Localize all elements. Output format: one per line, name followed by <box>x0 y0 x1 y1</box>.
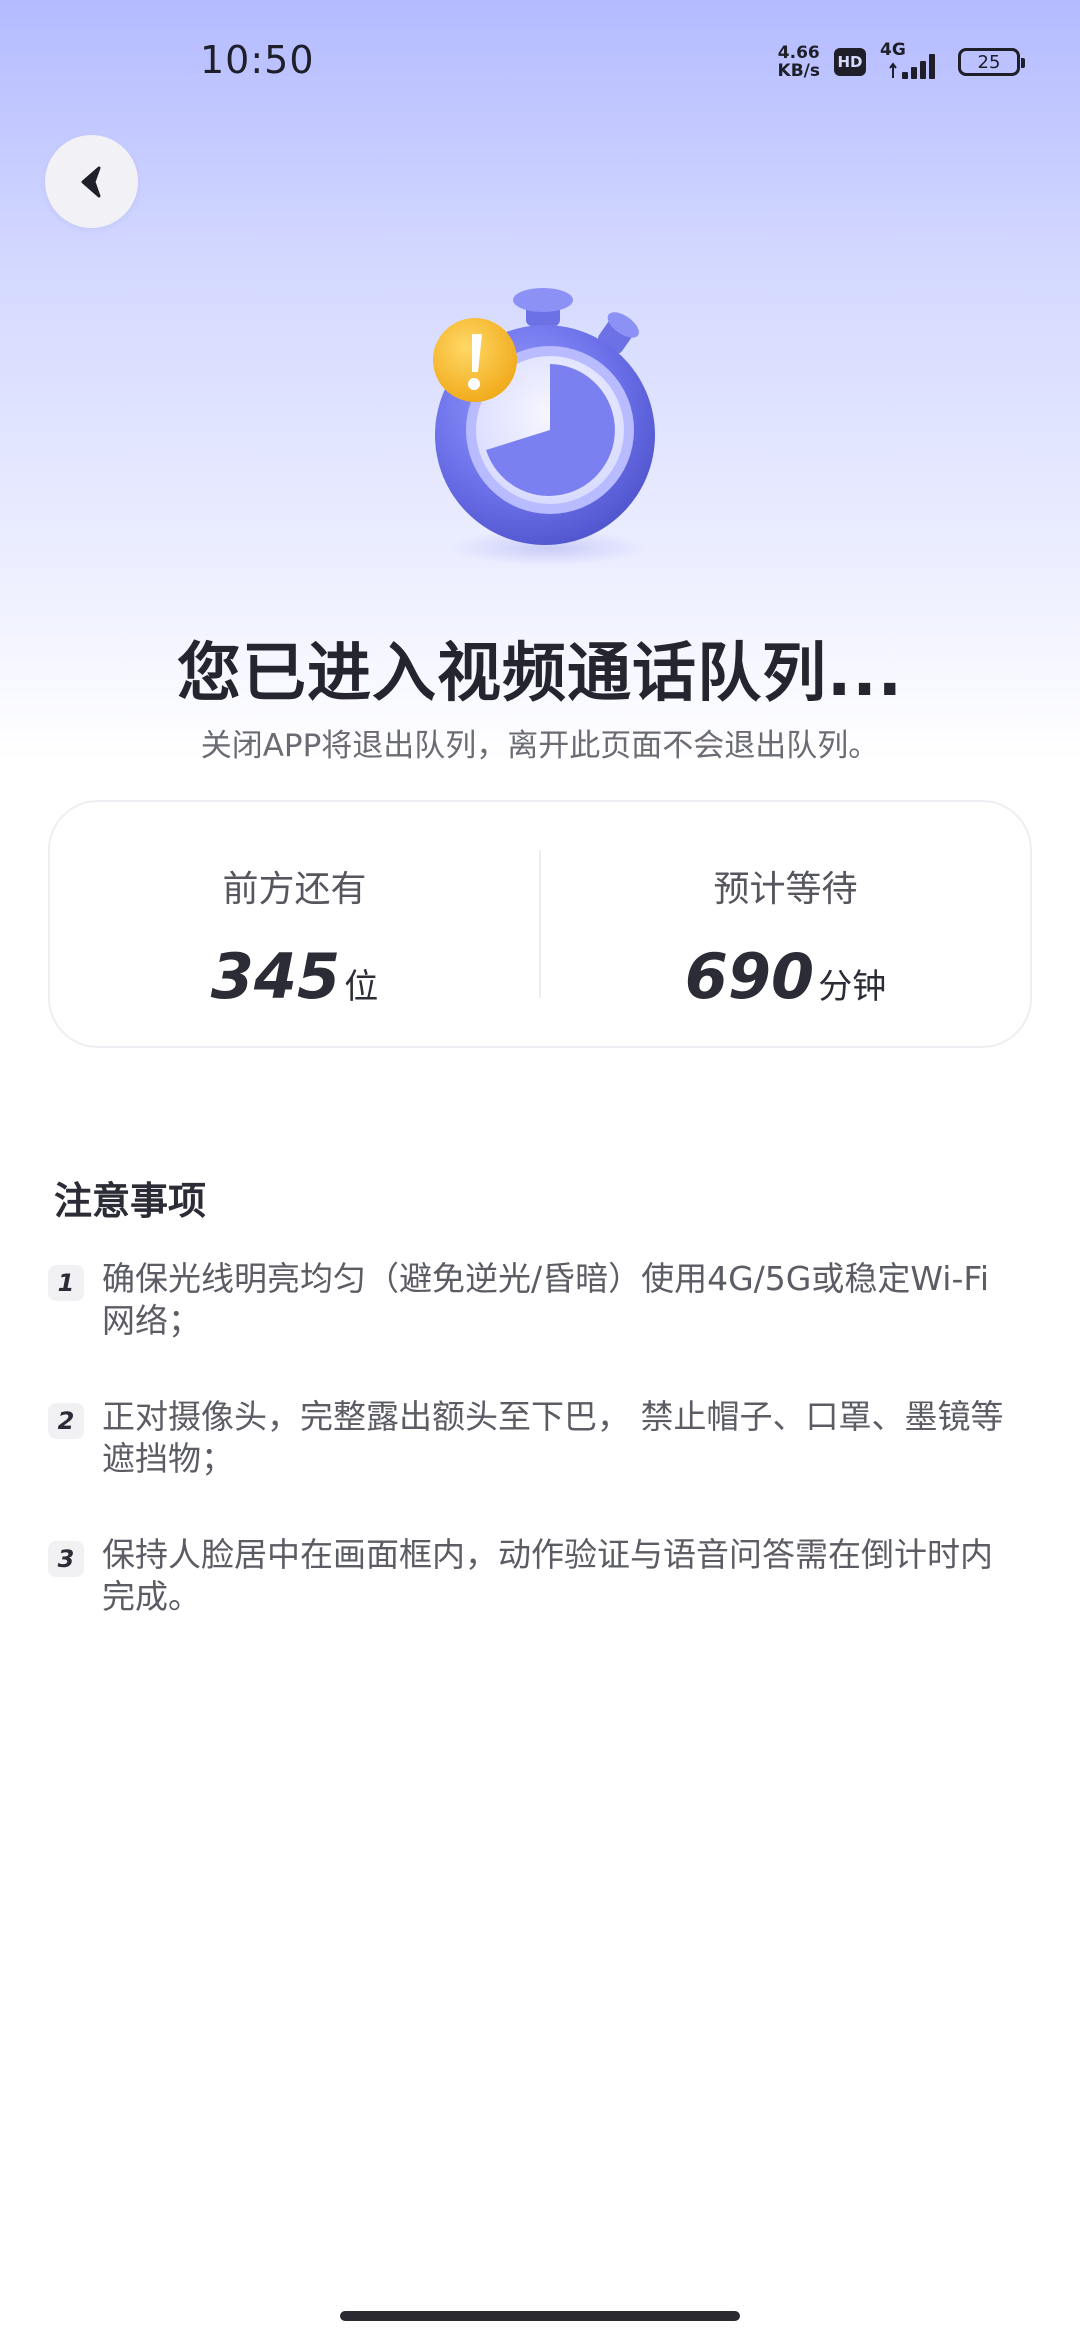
home-indicator[interactable] <box>340 2311 740 2321</box>
queue-ahead-value-row: 345 位 <box>211 940 378 1013</box>
page-subtitle: 关闭APP将退出队列，离开此页面不会退出队列。 <box>200 728 880 764</box>
wait-time-value: 690 <box>684 940 815 1013</box>
queue-ahead-stat: 前方还有 345 位 <box>50 802 539 1046</box>
note-number: 2 <box>48 1403 84 1439</box>
wait-time-stat: 预计等待 690 分钟 <box>541 802 1030 1046</box>
note-number: 1 <box>48 1265 84 1301</box>
queue-stats-card: 前方还有 345 位 预计等待 690 分钟 <box>48 800 1032 1048</box>
chevron-left-icon <box>81 166 100 197</box>
stopwatch-alert-icon <box>433 288 655 566</box>
queue-ahead-unit: 位 <box>344 967 379 1007</box>
note-text: 保持人脸居中在画面框内，动作验证与语音问答需在倒计时内完成。 <box>102 1535 993 1616</box>
battery-level: 25 <box>977 51 1001 73</box>
note-text: 确保光线明亮均匀（避免逆光/昏暗）使用4G/5G或稳定Wi-Fi网络； <box>102 1259 990 1340</box>
queue-ahead-label: 前方还有 <box>222 869 367 910</box>
note-text: 正对摄像头，完整露出额头至下巴， 禁止帽子、口罩、墨镜等遮挡物； <box>102 1397 1004 1478</box>
back-button[interactable] <box>45 135 138 228</box>
wait-time-value-row: 690 分钟 <box>685 940 886 1013</box>
list-item: 3 保持人脸居中在画面框内，动作验证与语音问答需在倒计时内完成。 <box>48 1534 1028 1618</box>
status-bar: 10:50 4.66 KB/s HD 4G 25 <box>0 0 1080 120</box>
cellular-signal: 4G <box>880 40 944 82</box>
wait-time-unit: 分钟 <box>818 967 887 1007</box>
network-speed: 4.66 KB/s <box>778 44 820 80</box>
network-speed-value: 4.66 <box>777 43 820 63</box>
note-number: 3 <box>48 1541 84 1577</box>
hd-icon: HD <box>834 48 866 76</box>
queue-ahead-value: 345 <box>210 940 341 1013</box>
page-title: 您已进入视频通话队列... <box>177 637 903 711</box>
notes-title: 注意事项 <box>54 1179 207 1223</box>
wait-time-label: 预计等待 <box>713 869 858 910</box>
status-time: 10:50 <box>200 38 315 82</box>
network-speed-unit: KB/s <box>777 61 820 81</box>
signal-bars-icon <box>889 54 935 79</box>
notes-list: 1 确保光线明亮均匀（避免逆光/昏暗）使用4G/5G或稳定Wi-Fi网络； 2 … <box>48 1258 1028 1672</box>
list-item: 2 正对摄像头，完整露出额头至下巴， 禁止帽子、口罩、墨镜等遮挡物； <box>48 1396 1028 1480</box>
status-indicators: 4.66 KB/s HD 4G 25 <box>778 40 1025 84</box>
battery-icon: 25 <box>958 48 1025 76</box>
list-item: 1 确保光线明亮均匀（避免逆光/昏暗）使用4G/5G或稳定Wi-Fi网络； <box>48 1258 1028 1342</box>
